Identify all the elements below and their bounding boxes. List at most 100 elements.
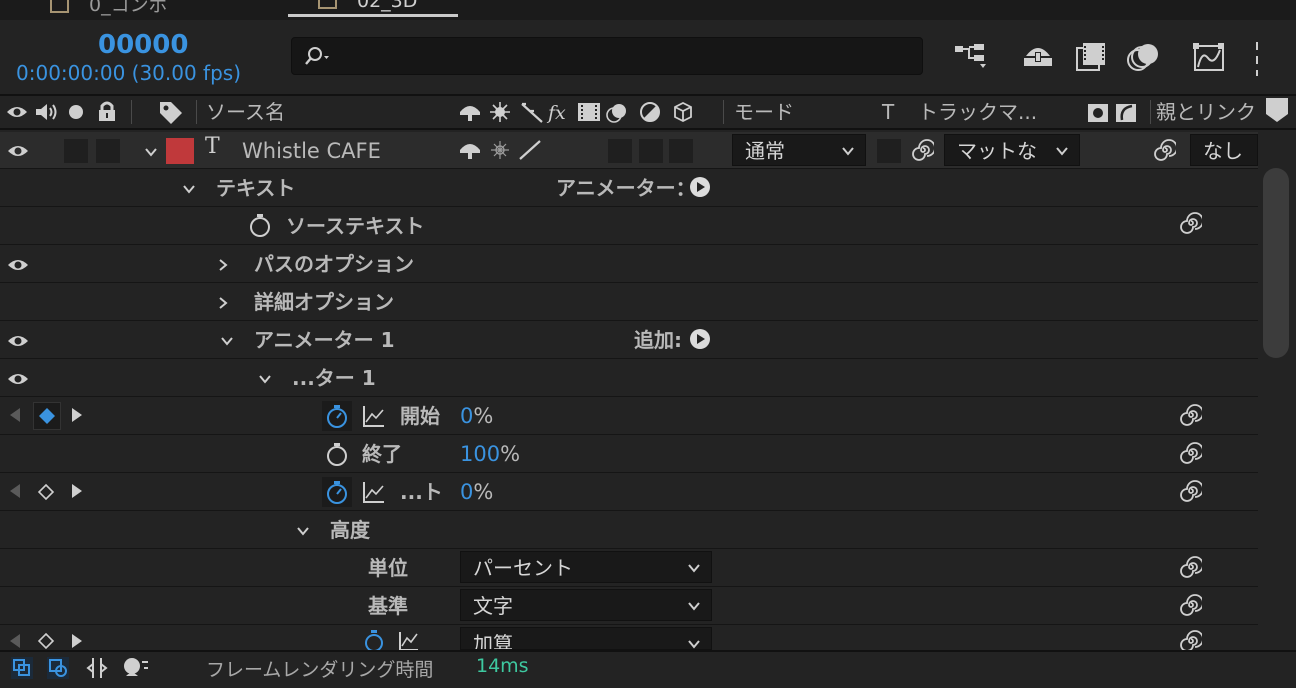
motion-blur-icon[interactable] xyxy=(1124,40,1164,74)
stopwatch-button[interactable] xyxy=(322,477,352,507)
based-on-dropdown[interactable]: 文字 xyxy=(460,589,712,621)
play-circle-icon[interactable] xyxy=(689,176,711,198)
visibility-eye-icon[interactable] xyxy=(7,257,29,273)
property-group-row[interactable] xyxy=(0,360,1258,397)
current-time-display[interactable]: 00000 xyxy=(98,30,188,60)
next-keyframe-icon[interactable] xyxy=(70,482,84,500)
render-time-toggle-icon[interactable] xyxy=(122,656,150,680)
stopwatch-active-icon[interactable] xyxy=(360,628,388,650)
current-time-indicator-icon[interactable] xyxy=(1264,96,1290,124)
next-keyframe-icon[interactable] xyxy=(70,406,84,424)
chevron-down-icon[interactable] xyxy=(220,334,234,348)
tab-strip xyxy=(0,0,1296,20)
composition-flowchart-icon[interactable] xyxy=(952,40,992,74)
stopwatch-button[interactable] xyxy=(322,401,352,431)
graph-editor-icon[interactable] xyxy=(1190,40,1230,74)
chevron-down-icon[interactable] xyxy=(182,182,196,196)
end-value[interactable]: 100% xyxy=(460,439,520,469)
play-circle-icon[interactable] xyxy=(689,328,711,350)
stopwatch-icon[interactable] xyxy=(324,440,350,468)
panel-menu-icon[interactable] xyxy=(1252,40,1262,76)
chevron-right-icon[interactable] xyxy=(216,258,230,272)
start-value[interactable]: 0% xyxy=(460,401,493,431)
units-dropdown[interactable]: パーセント xyxy=(460,551,712,583)
previous-keyframe-icon[interactable] xyxy=(8,406,22,424)
column-track-matte[interactable]: トラックマ... xyxy=(918,96,1037,128)
preserve-transparency-switch[interactable] xyxy=(877,139,901,163)
transfer-controls-toggle-icon[interactable] xyxy=(46,656,70,680)
chevron-down-icon[interactable] xyxy=(258,372,272,386)
pick-whip-icon[interactable] xyxy=(1180,442,1202,464)
stopwatch-icon[interactable] xyxy=(248,212,272,238)
blend-mode-dropdown[interactable]: 通常 xyxy=(732,134,866,166)
pick-whip-icon[interactable] xyxy=(1180,404,1202,426)
graph-icon[interactable] xyxy=(398,630,420,650)
pick-whip-icon[interactable] xyxy=(1180,594,1202,616)
layer-switches[interactable] xyxy=(456,138,546,162)
pick-whip-icon[interactable] xyxy=(1180,556,1202,578)
column-mode[interactable]: モード xyxy=(734,96,794,128)
layer-label-color[interactable] xyxy=(166,138,194,164)
previous-keyframe-icon[interactable] xyxy=(8,482,22,500)
search-field[interactable] xyxy=(291,37,923,76)
property-group-row[interactable] xyxy=(0,512,1258,549)
tab-comp-1[interactable]: 0_コンポ xyxy=(50,0,168,16)
visibility-eye-icon[interactable] xyxy=(7,371,29,387)
switch-box[interactable] xyxy=(669,139,693,163)
offset-value[interactable]: 0% xyxy=(460,477,493,507)
graph-icon[interactable] xyxy=(362,404,386,428)
keyframe-toggle[interactable] xyxy=(33,402,61,430)
visibility-eye-icon[interactable] xyxy=(7,333,29,349)
stopwatch-active-icon xyxy=(327,481,347,504)
matte-pick-whip-icon[interactable] xyxy=(912,139,934,161)
chevron-down-icon[interactable] xyxy=(296,524,310,538)
property-group-row[interactable] xyxy=(0,322,1258,359)
column-parent-link[interactable]: 親とリンク xyxy=(1156,96,1256,128)
property-row[interactable] xyxy=(0,474,1258,511)
next-keyframe-icon[interactable] xyxy=(70,632,84,650)
video-visibility-icon[interactable] xyxy=(7,143,29,159)
offset-value-number: 0 xyxy=(460,480,474,504)
in-out-toggle-icon[interactable] xyxy=(86,656,108,680)
matte-switch-icons[interactable] xyxy=(1086,102,1140,124)
video-visibility-column-icon[interactable] xyxy=(6,104,28,120)
label-column-icon[interactable] xyxy=(158,100,184,124)
property-group-row[interactable] xyxy=(0,284,1258,321)
keyframe-diamond-empty-icon[interactable] xyxy=(36,482,56,502)
parent-dropdown[interactable]: なし xyxy=(1190,134,1258,166)
solo-switch[interactable] xyxy=(64,139,88,163)
switch-box[interactable] xyxy=(639,139,663,163)
switches-column-icons[interactable]: fx xyxy=(456,100,696,124)
property-group-row[interactable] xyxy=(0,246,1258,283)
column-preserve-transparency[interactable]: T xyxy=(882,96,894,128)
pick-whip-icon[interactable] xyxy=(1180,212,1202,234)
chevron-down-icon[interactable] xyxy=(144,145,158,159)
track-matte-dropdown[interactable]: マットな xyxy=(944,134,1080,166)
pick-whip-icon[interactable] xyxy=(1180,480,1202,502)
previous-keyframe-icon[interactable] xyxy=(8,632,22,650)
mode-dropdown[interactable]: 加算 xyxy=(460,627,712,650)
shy-layers-icon[interactable] xyxy=(1018,40,1058,74)
property-row[interactable] xyxy=(0,398,1258,435)
property-row[interactable] xyxy=(0,436,1258,473)
source-text-label: ソーステキスト xyxy=(286,214,425,238)
solo-column-icon[interactable] xyxy=(68,104,84,120)
tab-comp-2[interactable]: 02_3D xyxy=(318,0,417,14)
graph-icon[interactable] xyxy=(362,480,386,504)
layer-name[interactable]: Whistle CAFE xyxy=(242,136,381,166)
layer-switches-toggle-icon[interactable] xyxy=(10,656,34,680)
audio-column-icon[interactable] xyxy=(34,102,58,122)
switch-box[interactable] xyxy=(608,139,632,163)
column-separator xyxy=(723,100,724,124)
frame-blending-icon[interactable] xyxy=(1073,40,1113,74)
chevron-right-icon[interactable] xyxy=(216,296,230,310)
property-row[interactable] xyxy=(0,208,1258,245)
parent-pick-whip-icon[interactable] xyxy=(1154,139,1176,161)
lock-switch[interactable] xyxy=(96,139,120,163)
scrollbar-thumb[interactable] xyxy=(1263,168,1289,358)
column-source-name[interactable]: ソース名 xyxy=(206,96,285,128)
keyframe-diamond-empty-icon[interactable] xyxy=(36,632,56,650)
pick-whip-icon[interactable] xyxy=(1180,630,1202,652)
search-input[interactable] xyxy=(334,38,918,76)
lock-column-icon[interactable] xyxy=(96,100,118,122)
